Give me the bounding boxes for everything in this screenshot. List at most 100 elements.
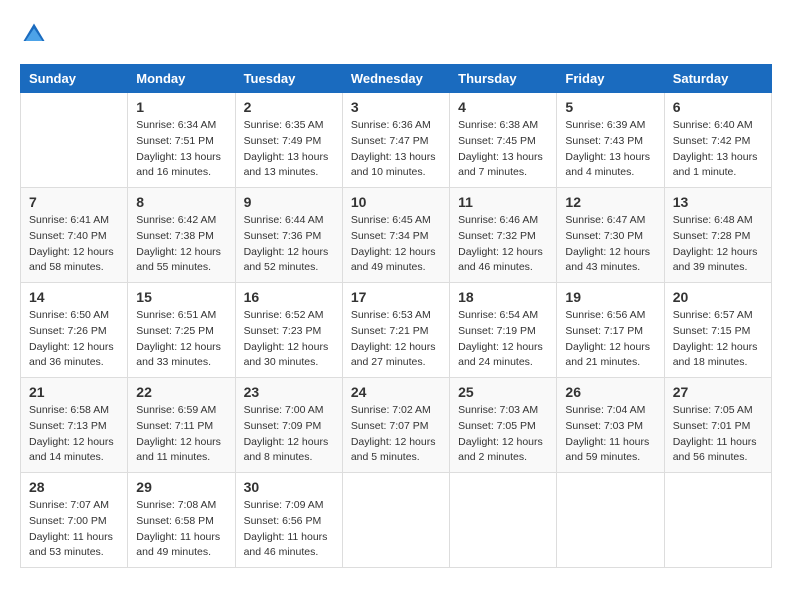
day-number: 23 [244, 384, 334, 400]
day-info: Sunrise: 7:02 AMSunset: 7:07 PMDaylight:… [351, 403, 441, 466]
calendar-cell: 21 Sunrise: 6:58 AMSunset: 7:13 PMDayligh… [21, 378, 128, 473]
day-number: 10 [351, 194, 441, 210]
day-info: Sunrise: 6:45 AMSunset: 7:34 PMDaylight:… [351, 213, 441, 276]
calendar-cell: 14 Sunrise: 6:50 AMSunset: 7:26 PMDayligh… [21, 283, 128, 378]
calendar-cell: 20 Sunrise: 6:57 AMSunset: 7:15 PMDayligh… [664, 283, 771, 378]
calendar-cell: 11Sunrise: 6:46 AMSunset: 7:32 PMDayligh… [450, 188, 557, 283]
calendar-cell [342, 473, 449, 568]
day-number: 16 [244, 289, 334, 305]
calendar-week-row: 28 Sunrise: 7:07 AMSunset: 7:00 PMDayligh… [21, 473, 772, 568]
day-number: 15 [136, 289, 226, 305]
page-header [20, 20, 772, 48]
day-number: 11 [458, 194, 548, 210]
calendar-cell [557, 473, 664, 568]
day-info: Sunrise: 6:36 AMSunset: 7:47 PMDaylight:… [351, 118, 441, 181]
day-info: Sunrise: 6:57 AMSunset: 7:15 PMDaylight:… [673, 308, 763, 371]
day-info: Sunrise: 6:42 AMSunset: 7:38 PMDaylight:… [136, 213, 226, 276]
day-number: 4 [458, 99, 548, 115]
calendar-cell: 28 Sunrise: 7:07 AMSunset: 7:00 PMDayligh… [21, 473, 128, 568]
weekday-header: Sunday [21, 65, 128, 93]
calendar-cell: 19 Sunrise: 6:56 AMSunset: 7:17 PMDayligh… [557, 283, 664, 378]
calendar-cell: 10 Sunrise: 6:45 AMSunset: 7:34 PMDayligh… [342, 188, 449, 283]
calendar-table: SundayMondayTuesdayWednesdayThursdayFrid… [20, 64, 772, 568]
calendar-cell: 7Sunrise: 6:41 AMSunset: 7:40 PMDaylight… [21, 188, 128, 283]
day-number: 22 [136, 384, 226, 400]
day-info: Sunrise: 6:53 AMSunset: 7:21 PMDaylight:… [351, 308, 441, 371]
calendar-cell: 5 Sunrise: 6:39 AMSunset: 7:43 PMDaylight… [557, 93, 664, 188]
logo-icon [20, 20, 48, 48]
day-info: Sunrise: 6:48 AMSunset: 7:28 PMDaylight:… [673, 213, 763, 276]
calendar-week-row: 14 Sunrise: 6:50 AMSunset: 7:26 PMDayligh… [21, 283, 772, 378]
day-number: 27 [673, 384, 763, 400]
day-info: Sunrise: 7:05 AMSunset: 7:01 PMDaylight:… [673, 403, 763, 466]
calendar-cell: 25Sunrise: 7:03 AMSunset: 7:05 PMDayligh… [450, 378, 557, 473]
day-number: 8 [136, 194, 226, 210]
day-info: Sunrise: 6:52 AMSunset: 7:23 PMDaylight:… [244, 308, 334, 371]
calendar-cell: 9Sunrise: 6:44 AMSunset: 7:36 PMDaylight… [235, 188, 342, 283]
day-info: Sunrise: 6:39 AMSunset: 7:43 PMDaylight:… [565, 118, 655, 181]
calendar-cell: 6 Sunrise: 6:40 AMSunset: 7:42 PMDaylight… [664, 93, 771, 188]
day-info: Sunrise: 6:34 AMSunset: 7:51 PMDaylight:… [136, 118, 226, 181]
day-number: 17 [351, 289, 441, 305]
weekday-header: Wednesday [342, 65, 449, 93]
day-info: Sunrise: 6:51 AMSunset: 7:25 PMDaylight:… [136, 308, 226, 371]
calendar-header-row: SundayMondayTuesdayWednesdayThursdayFrid… [21, 65, 772, 93]
calendar-cell [664, 473, 771, 568]
day-info: Sunrise: 6:50 AMSunset: 7:26 PMDaylight:… [29, 308, 119, 371]
weekday-header: Friday [557, 65, 664, 93]
day-number: 18 [458, 289, 548, 305]
calendar-cell: 23 Sunrise: 7:00 AMSunset: 7:09 PMDayligh… [235, 378, 342, 473]
calendar-cell: 3 Sunrise: 6:36 AMSunset: 7:47 PMDaylight… [342, 93, 449, 188]
day-number: 1 [136, 99, 226, 115]
day-info: Sunrise: 7:09 AMSunset: 6:56 PMDaylight:… [244, 498, 334, 561]
calendar-cell: 29Sunrise: 7:08 AMSunset: 6:58 PMDayligh… [128, 473, 235, 568]
day-number: 26 [565, 384, 655, 400]
calendar-cell: 16 Sunrise: 6:52 AMSunset: 7:23 PMDayligh… [235, 283, 342, 378]
day-number: 12 [565, 194, 655, 210]
day-info: Sunrise: 6:38 AMSunset: 7:45 PMDaylight:… [458, 118, 548, 181]
day-info: Sunrise: 6:54 AMSunset: 7:19 PMDaylight:… [458, 308, 548, 371]
day-info: Sunrise: 6:47 AMSunset: 7:30 PMDaylight:… [565, 213, 655, 276]
day-number: 20 [673, 289, 763, 305]
day-info: Sunrise: 7:04 AMSunset: 7:03 PMDaylight:… [565, 403, 655, 466]
weekday-header: Thursday [450, 65, 557, 93]
day-info: Sunrise: 6:56 AMSunset: 7:17 PMDaylight:… [565, 308, 655, 371]
logo [20, 20, 52, 48]
day-number: 5 [565, 99, 655, 115]
weekday-header: Saturday [664, 65, 771, 93]
calendar-cell: 15 Sunrise: 6:51 AMSunset: 7:25 PMDayligh… [128, 283, 235, 378]
day-number: 19 [565, 289, 655, 305]
day-number: 7 [29, 194, 119, 210]
day-number: 21 [29, 384, 119, 400]
day-number: 3 [351, 99, 441, 115]
weekday-header: Monday [128, 65, 235, 93]
calendar-week-row: 7Sunrise: 6:41 AMSunset: 7:40 PMDaylight… [21, 188, 772, 283]
calendar-week-row: 1 Sunrise: 6:34 AMSunset: 7:51 PMDaylight… [21, 93, 772, 188]
day-info: Sunrise: 7:08 AMSunset: 6:58 PMDaylight:… [136, 498, 226, 561]
calendar-cell: 2Sunrise: 6:35 AMSunset: 7:49 PMDaylight… [235, 93, 342, 188]
calendar-cell: 13 Sunrise: 6:48 AMSunset: 7:28 PMDayligh… [664, 188, 771, 283]
day-info: Sunrise: 6:59 AMSunset: 7:11 PMDaylight:… [136, 403, 226, 466]
day-number: 14 [29, 289, 119, 305]
calendar-cell: 18 Sunrise: 6:54 AMSunset: 7:19 PMDayligh… [450, 283, 557, 378]
day-info: Sunrise: 6:44 AMSunset: 7:36 PMDaylight:… [244, 213, 334, 276]
day-number: 25 [458, 384, 548, 400]
calendar-cell: 12 Sunrise: 6:47 AMSunset: 7:30 PMDayligh… [557, 188, 664, 283]
day-info: Sunrise: 7:00 AMSunset: 7:09 PMDaylight:… [244, 403, 334, 466]
day-info: Sunrise: 6:35 AMSunset: 7:49 PMDaylight:… [244, 118, 334, 181]
calendar-cell: 1 Sunrise: 6:34 AMSunset: 7:51 PMDaylight… [128, 93, 235, 188]
day-info: Sunrise: 6:40 AMSunset: 7:42 PMDaylight:… [673, 118, 763, 181]
day-number: 30 [244, 479, 334, 495]
calendar-cell: 26 Sunrise: 7:04 AMSunset: 7:03 PMDayligh… [557, 378, 664, 473]
calendar-cell: 22 Sunrise: 6:59 AMSunset: 7:11 PMDayligh… [128, 378, 235, 473]
day-number: 13 [673, 194, 763, 210]
day-info: Sunrise: 6:58 AMSunset: 7:13 PMDaylight:… [29, 403, 119, 466]
calendar-week-row: 21 Sunrise: 6:58 AMSunset: 7:13 PMDayligh… [21, 378, 772, 473]
calendar-cell [21, 93, 128, 188]
day-info: Sunrise: 7:07 AMSunset: 7:00 PMDaylight:… [29, 498, 119, 561]
calendar-cell [450, 473, 557, 568]
calendar-cell: 30 Sunrise: 7:09 AMSunset: 6:56 PMDayligh… [235, 473, 342, 568]
day-number: 6 [673, 99, 763, 115]
weekday-header: Tuesday [235, 65, 342, 93]
day-number: 28 [29, 479, 119, 495]
